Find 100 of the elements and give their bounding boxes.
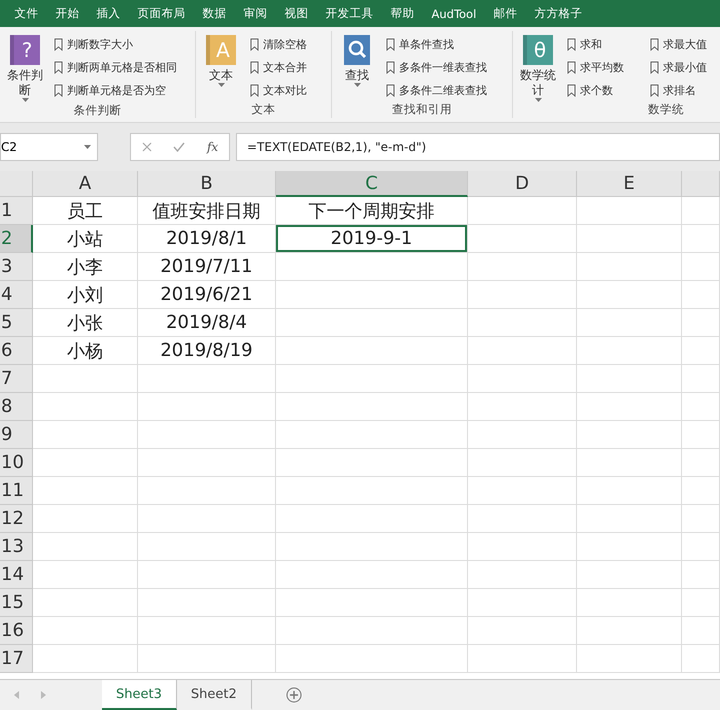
row-header[interactable]: 6 xyxy=(0,337,33,365)
table-cell[interactable] xyxy=(577,225,682,253)
table-cell[interactable] xyxy=(682,197,720,225)
row-header[interactable]: 9 xyxy=(0,421,33,449)
row-header[interactable]: 4 xyxy=(0,281,33,309)
menu-tab[interactable]: 帮助 xyxy=(382,6,423,21)
table-cell[interactable] xyxy=(682,477,720,505)
table-cell[interactable] xyxy=(468,645,577,673)
table-cell[interactable] xyxy=(468,197,577,225)
table-cell[interactable] xyxy=(33,393,138,421)
row-header[interactable]: 11 xyxy=(0,477,33,505)
ribbon-button[interactable]: θ 数学统计 xyxy=(515,31,561,103)
table-cell[interactable]: 小刘 xyxy=(33,281,138,309)
table-cell[interactable]: 2019/7/11 xyxy=(138,253,276,281)
column-header[interactable]: D xyxy=(468,171,577,197)
table-cell[interactable] xyxy=(577,337,682,365)
table-cell[interactable] xyxy=(33,449,138,477)
table-cell[interactable] xyxy=(577,505,682,533)
table-cell[interactable] xyxy=(468,365,577,393)
table-cell[interactable] xyxy=(138,505,276,533)
table-cell[interactable] xyxy=(276,421,468,449)
ribbon-item[interactable]: 清除空格 xyxy=(250,34,307,54)
ribbon-button[interactable]: ? 条件判断 xyxy=(2,31,48,103)
ribbon-item[interactable]: 判断单元格是否为空 xyxy=(54,80,177,100)
ribbon-item[interactable]: 求平均数 xyxy=(567,57,624,77)
table-cell[interactable]: 2019/8/19 xyxy=(138,337,276,365)
menu-tab[interactable]: 视图 xyxy=(276,6,317,21)
ribbon-button[interactable]: 查找 xyxy=(334,31,380,102)
row-header[interactable]: 1 xyxy=(0,197,33,225)
ribbon-item[interactable]: 求个数 xyxy=(567,80,624,100)
next-sheet-icon[interactable] xyxy=(41,691,46,699)
sheet-tab[interactable]: Sheet2 xyxy=(176,680,252,710)
table-cell[interactable] xyxy=(577,617,682,645)
ribbon-item[interactable]: 多条件一维表查找 xyxy=(386,57,487,77)
table-cell[interactable] xyxy=(577,589,682,617)
table-cell[interactable] xyxy=(276,449,468,477)
ribbon-item[interactable]: 文本对比 xyxy=(250,80,307,100)
check-icon[interactable] xyxy=(173,142,186,152)
table-cell[interactable] xyxy=(468,561,577,589)
ribbon-button[interactable]: A 文本 xyxy=(198,31,244,102)
table-cell[interactable] xyxy=(682,365,720,393)
table-cell[interactable] xyxy=(33,421,138,449)
formula-field[interactable]: =TEXT(EDATE(B2,1), "e-m-d") xyxy=(236,133,720,161)
table-cell[interactable] xyxy=(276,477,468,505)
table-cell[interactable] xyxy=(33,589,138,617)
row-header[interactable]: 14 xyxy=(0,561,33,589)
table-cell[interactable] xyxy=(682,533,720,561)
table-cell[interactable] xyxy=(276,505,468,533)
table-cell[interactable] xyxy=(577,533,682,561)
table-cell[interactable] xyxy=(577,197,682,225)
table-cell[interactable] xyxy=(468,225,577,253)
ribbon-item[interactable]: 求排名 xyxy=(650,80,707,100)
table-cell[interactable] xyxy=(468,449,577,477)
select-all-corner[interactable] xyxy=(0,171,33,197)
row-header[interactable]: 7 xyxy=(0,365,33,393)
table-cell[interactable] xyxy=(682,393,720,421)
table-cell[interactable]: 小杨 xyxy=(33,337,138,365)
table-cell[interactable] xyxy=(138,561,276,589)
column-header[interactable]: C xyxy=(276,171,468,197)
table-cell[interactable] xyxy=(468,421,577,449)
table-cell[interactable] xyxy=(276,253,468,281)
table-cell[interactable]: 2019-9-1 xyxy=(276,225,468,253)
row-header[interactable]: 17 xyxy=(0,645,33,673)
menu-tab[interactable]: 开发工具 xyxy=(317,6,382,21)
table-cell[interactable] xyxy=(138,589,276,617)
table-cell[interactable] xyxy=(276,561,468,589)
ribbon-item[interactable]: 多条件二维表查找 xyxy=(386,80,487,100)
table-cell[interactable] xyxy=(33,365,138,393)
table-cell[interactable] xyxy=(468,533,577,561)
table-cell[interactable] xyxy=(276,337,468,365)
table-cell[interactable] xyxy=(577,449,682,477)
table-cell[interactable] xyxy=(577,253,682,281)
table-cell[interactable] xyxy=(138,617,276,645)
table-cell[interactable] xyxy=(276,281,468,309)
table-cell[interactable] xyxy=(682,561,720,589)
table-cell[interactable] xyxy=(682,253,720,281)
table-cell[interactable] xyxy=(138,645,276,673)
table-cell[interactable] xyxy=(577,561,682,589)
row-header[interactable]: 13 xyxy=(0,533,33,561)
menu-tab[interactable]: 方方格子 xyxy=(526,6,591,21)
table-cell[interactable]: 员工 xyxy=(33,197,138,225)
table-cell[interactable] xyxy=(682,281,720,309)
table-cell[interactable] xyxy=(276,393,468,421)
row-header[interactable]: 15 xyxy=(0,589,33,617)
table-cell[interactable] xyxy=(682,645,720,673)
table-cell[interactable] xyxy=(468,253,577,281)
table-cell[interactable] xyxy=(468,281,577,309)
sheet-tab[interactable]: Sheet3 xyxy=(102,680,177,710)
menu-tab[interactable]: 开始 xyxy=(47,6,88,21)
table-cell[interactable] xyxy=(682,617,720,645)
menu-tab[interactable]: 页面布局 xyxy=(129,6,194,21)
table-cell[interactable] xyxy=(577,309,682,337)
table-cell[interactable] xyxy=(682,449,720,477)
table-cell[interactable]: 值班安排日期 xyxy=(138,197,276,225)
table-cell[interactable]: 小李 xyxy=(33,253,138,281)
previous-sheet-icon[interactable] xyxy=(14,691,19,699)
menu-tab[interactable]: 数据 xyxy=(194,6,235,21)
table-cell[interactable] xyxy=(468,309,577,337)
ribbon-item[interactable]: 单条件查找 xyxy=(386,34,487,54)
table-cell[interactable] xyxy=(577,393,682,421)
